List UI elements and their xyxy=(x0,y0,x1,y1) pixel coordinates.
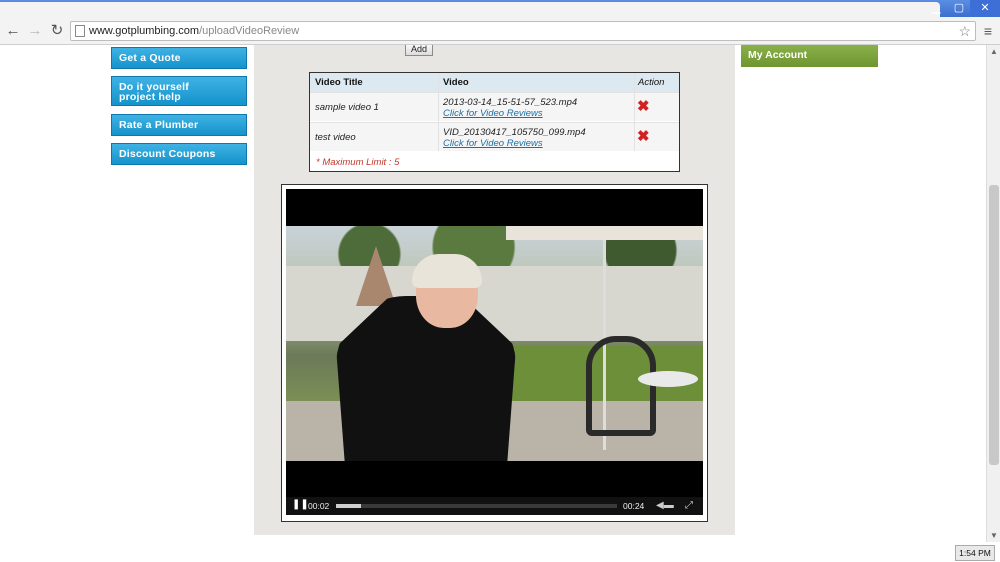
bookmark-star-icon[interactable]: ☆ xyxy=(958,23,971,40)
row-filename: VID_20130417_105750_099.mp4 xyxy=(443,127,586,138)
delete-icon[interactable]: ✖ xyxy=(637,97,650,115)
page-icon xyxy=(75,25,85,37)
diy-button-label: Do it yourself project help xyxy=(119,81,189,103)
column-divider xyxy=(438,73,439,151)
browser-toolbar: ← → ↻ www.gotplumbing.com/uploadVideoRev… xyxy=(0,17,1000,45)
maximum-limit-note: * Maximum Limit : 5 xyxy=(316,157,400,168)
volume-icon[interactable]: ◀▬ xyxy=(656,500,674,511)
diy-project-help-button[interactable]: Do it yourself project help xyxy=(111,76,247,106)
page-scrollbar[interactable]: ▲ ▼ xyxy=(986,45,1000,542)
browser-tab-strip xyxy=(0,2,940,17)
back-icon[interactable]: ← xyxy=(4,22,22,40)
url-text: www.gotplumbing.com/uploadVideoReview xyxy=(89,25,300,37)
scene-canopy xyxy=(506,226,703,240)
video-player: ❚❚ 00:02 00:24 ◀▬ ⤢ xyxy=(281,184,708,522)
scroll-up-icon[interactable]: ▲ xyxy=(987,45,1000,58)
column-divider xyxy=(634,73,635,151)
header-action: Action xyxy=(638,77,665,88)
scrollbar-thumb[interactable] xyxy=(989,185,999,465)
address-bar[interactable]: www.gotplumbing.com/uploadVideoReview ☆ xyxy=(70,21,976,41)
pause-icon[interactable]: ❚❚ xyxy=(292,499,309,510)
reload-icon[interactable]: ↻ xyxy=(48,22,66,40)
window-titlebar: ▁ ▢ ✕ xyxy=(0,0,1000,17)
forward-icon[interactable]: → xyxy=(26,22,44,40)
video-reviews-link[interactable]: Click for Video Reviews xyxy=(443,108,543,119)
taskbar-clock: 1:54 PM xyxy=(955,545,995,561)
taskbar: 1:54 PM xyxy=(0,542,1000,562)
video-frame[interactable] xyxy=(286,189,703,497)
current-time: 00:02 xyxy=(308,501,330,511)
player-controls: ❚❚ 00:02 00:24 ◀▬ ⤢ xyxy=(286,497,703,515)
seek-progress xyxy=(336,504,362,508)
video-table: Video Title Video Action sample video 1 … xyxy=(309,72,680,172)
maximize-icon[interactable]: ▢ xyxy=(948,0,970,16)
page-content: Get a Quote Do it yourself project help … xyxy=(0,45,986,542)
video-still-image xyxy=(286,226,703,461)
video-reviews-link[interactable]: Click for Video Reviews xyxy=(443,138,543,149)
minimize-icon[interactable]: ▁ xyxy=(924,0,948,16)
delete-icon[interactable]: ✖ xyxy=(637,127,650,145)
table-header xyxy=(310,73,679,92)
close-icon[interactable]: ✕ xyxy=(970,0,1000,16)
row-filename: 2013-03-14_15-51-57_523.mp4 xyxy=(443,97,578,108)
header-video: Video xyxy=(443,77,469,88)
header-video-title: Video Title xyxy=(315,77,363,88)
scene-table xyxy=(638,371,698,387)
rate-a-plumber-button[interactable]: Rate a Plumber xyxy=(111,114,247,136)
get-a-quote-button[interactable]: Get a Quote xyxy=(111,47,247,69)
fullscreen-icon[interactable]: ⤢ xyxy=(685,500,693,511)
scroll-down-icon[interactable]: ▼ xyxy=(987,529,1000,542)
add-button[interactable]: Add xyxy=(405,45,433,56)
menu-icon[interactable]: ≡ xyxy=(980,22,996,40)
my-account-button[interactable]: My Account xyxy=(741,45,878,67)
duration: 00:24 xyxy=(623,501,645,511)
row-title: sample video 1 xyxy=(315,102,379,113)
scene-person-hair xyxy=(412,254,482,288)
scene-chair xyxy=(586,336,656,436)
discount-coupons-button[interactable]: Discount Coupons xyxy=(111,143,247,165)
seek-bar[interactable] xyxy=(336,504,617,508)
row-title: test video xyxy=(315,132,356,143)
